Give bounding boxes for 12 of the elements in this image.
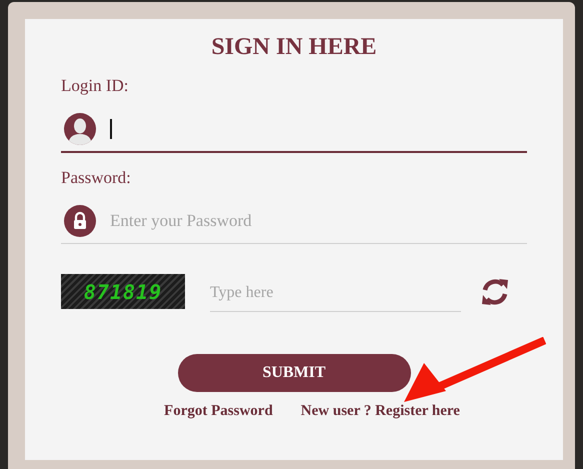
form-title: SIGN IN HERE (211, 33, 377, 62)
field-label: Password: (61, 167, 131, 189)
captcha-field[interactable]: Type here (210, 284, 461, 302)
refresh-icon[interactable] (480, 276, 510, 306)
field-label: Login ID: (61, 75, 129, 97)
user-avatar-icon (64, 113, 96, 145)
text-link[interactable]: Forgot Password (164, 403, 273, 420)
lock-icon (64, 205, 96, 237)
submit-button[interactable]: SUBMIT (178, 354, 410, 392)
password-field[interactable]: Enter your Password (110, 208, 527, 234)
text-link[interactable]: New user ? Register here (300, 403, 460, 420)
captcha-image: 871819 (61, 274, 185, 309)
